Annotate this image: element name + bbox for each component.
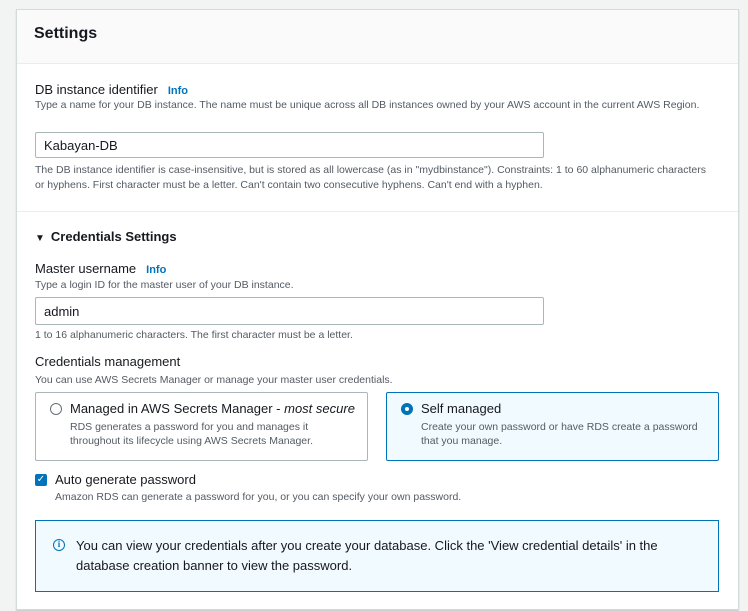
caret-down-icon: ▼	[35, 233, 45, 244]
option-title: Self managed	[421, 401, 502, 416]
option-title-text: Managed in AWS Secrets Manager -	[70, 401, 285, 416]
db-identifier-info-link[interactable]: Info	[168, 85, 188, 97]
master-username-label-row: Master username Info	[35, 260, 166, 278]
option-secrets-manager[interactable]: Managed in AWS Secrets Manager - most se…	[35, 392, 368, 461]
option-self-managed[interactable]: Self managed Create your own password or…	[386, 392, 719, 461]
auto-generate-label: Auto generate password	[55, 472, 196, 487]
info-icon: i	[53, 539, 65, 551]
auto-generate-description: Amazon RDS can generate a password for y…	[55, 491, 462, 503]
settings-panel: Settings DB instance identifier Info Type…	[16, 9, 739, 610]
radio-secrets-manager[interactable]	[50, 403, 62, 415]
info-alert-text: You can view your credentials after you …	[76, 538, 658, 573]
radio-self-managed[interactable]	[401, 403, 413, 415]
master-username-description: Type a login ID for the master user of y…	[35, 279, 294, 291]
db-identifier-label-row: DB instance identifier Info	[35, 81, 188, 99]
credentials-settings-toggle[interactable]: ▼ Credentials Settings	[35, 228, 177, 246]
info-alert: i You can view your credentials after yo…	[35, 520, 719, 592]
option-title-emphasis: most secure	[284, 401, 355, 416]
option-title: Managed in AWS Secrets Manager - most se…	[70, 401, 355, 416]
divider	[17, 211, 738, 212]
checkmark-icon: ✓	[36, 474, 46, 485]
page-title: Settings	[34, 25, 98, 42]
db-identifier-description: Type a name for your DB instance. The na…	[35, 99, 700, 111]
master-username-label: Master username	[35, 261, 137, 276]
auto-generate-checkbox[interactable]: ✓	[35, 474, 47, 486]
credentials-management-label: Credentials management	[35, 354, 181, 369]
master-username-info-link[interactable]: Info	[146, 264, 166, 276]
credentials-management-description: You can use AWS Secrets Manager or manag…	[35, 374, 393, 386]
db-identifier-constraints: The DB instance identifier is case-insen…	[35, 164, 707, 191]
db-identifier-input[interactable]	[35, 132, 544, 158]
credentials-settings-label: Credentials Settings	[50, 229, 177, 244]
panel-header: Settings	[17, 10, 738, 64]
option-description: RDS generates a password for you and man…	[70, 421, 313, 447]
db-identifier-label: DB instance identifier	[35, 82, 158, 97]
master-username-input[interactable]	[35, 297, 544, 325]
option-description: Create your own password or have RDS cre…	[421, 421, 698, 447]
master-username-hint: 1 to 16 alphanumeric characters. The fir…	[35, 329, 353, 341]
